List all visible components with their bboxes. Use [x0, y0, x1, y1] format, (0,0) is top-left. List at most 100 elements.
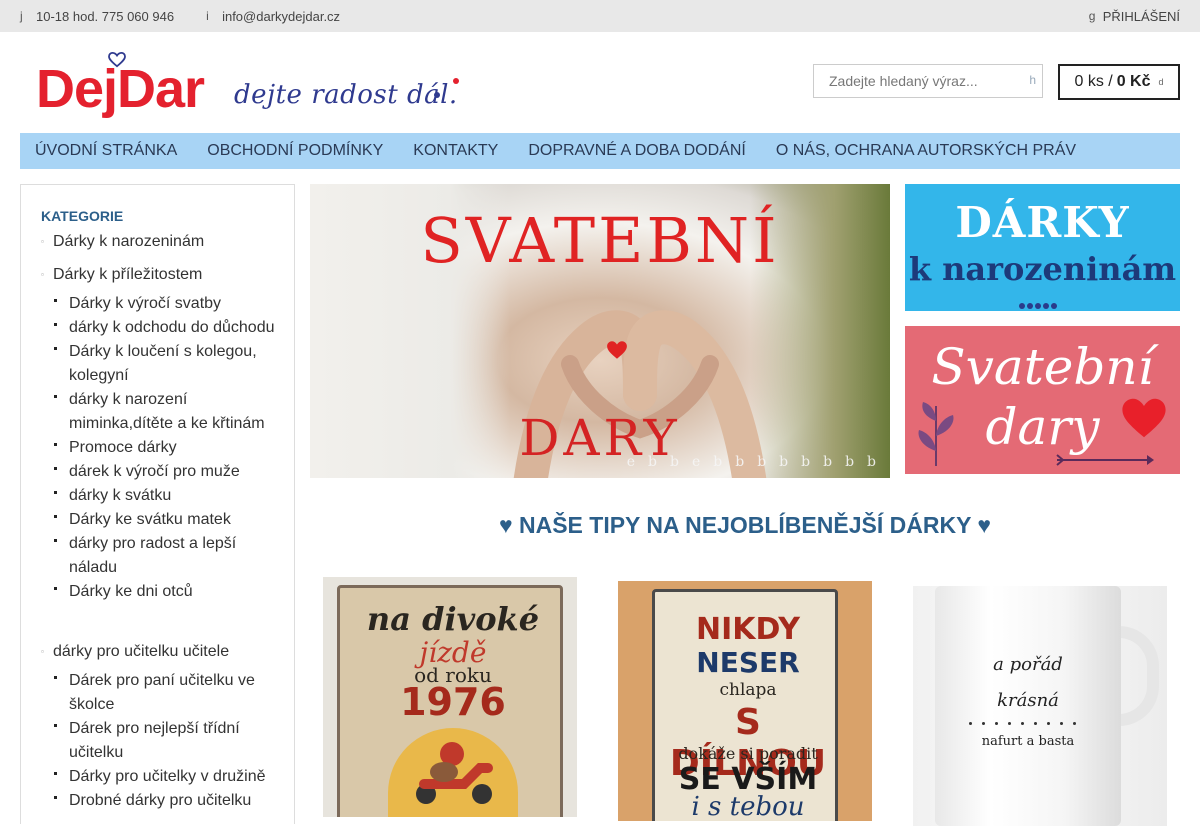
cart-icon: d — [1158, 77, 1164, 87]
banner-title: DÁRKY — [955, 198, 1130, 247]
slider-dot[interactable]: b — [735, 454, 744, 470]
subcategory-label: dárky k svátku — [69, 487, 172, 504]
subcategory-item[interactable]: Dárky k výročí svatby — [53, 292, 283, 316]
cart-price: 0 Kč — [1116, 73, 1151, 90]
subcategory-item[interactable]: dárky k narození miminka,dítěte a ke křt… — [53, 388, 283, 436]
banner-wedding-gifts[interactable]: Svatební dary — [905, 326, 1180, 474]
contact-phone[interactable]: 10-18 hod. 775 060 946 — [36, 9, 174, 24]
product-image: NIKDY NESER chlapa S DÍLNOU dokáže si po… — [652, 589, 838, 821]
subcategory-label: Promoce dárky — [69, 439, 177, 456]
header: DejDar dejte radost dál. h 0 ks / 0 Kč d — [0, 32, 1200, 133]
top-bar: j 10-18 hod. 775 060 946 i info@darkydej… — [0, 0, 1200, 32]
subcategory-label: Dárky k výročí svatby — [69, 295, 222, 312]
nav-item-about[interactable]: O NÁS, OCHRANA AUTORSKÝCH PRÁV — [776, 142, 1076, 160]
subcategory-item[interactable]: Dárky k loučení s kolegou, kolegyní — [53, 340, 283, 388]
login-label: PŘIHLÁŠENÍ — [1102, 8, 1180, 24]
product-text: NIKDY — [696, 612, 800, 647]
slider-dot[interactable]: e — [627, 454, 635, 470]
arrow-icon — [1056, 454, 1154, 466]
slider-dot[interactable]: b — [713, 454, 722, 470]
subcategory-label: Dárky ke dni otců — [69, 583, 193, 600]
banner-dots — [1019, 296, 1059, 314]
user-icon: g — [1088, 9, 1096, 23]
subcategory-item[interactable]: Dárek pro paní učitelku ve školce — [53, 669, 283, 717]
slider-dot[interactable]: b — [801, 454, 810, 470]
subcategory-label: Dárky pro učitelky v družině — [69, 768, 266, 785]
subcategory-item[interactable]: Promoce dárky — [53, 436, 283, 460]
subcategory-item[interactable]: dárky k odchodu do důchodu — [53, 316, 283, 340]
slider-dot[interactable]: b — [757, 454, 766, 470]
subcategory-item[interactable]: dárky k svátku — [53, 484, 283, 508]
nav-item-terms[interactable]: OBCHODNÍ PODMÍNKY — [207, 142, 383, 160]
square-bullet-icon — [54, 491, 57, 494]
sidebar-title: KATEGORIE — [41, 208, 124, 224]
product-text: 1976 — [400, 680, 506, 724]
product-text: chlapa — [719, 680, 777, 700]
contact-email[interactable]: info@darkydejdar.cz — [222, 9, 340, 24]
category-teachers[interactable]: ▫ dárky pro učitelku učitele — [41, 643, 229, 661]
slider-dot[interactable]: b — [867, 454, 876, 470]
search-icon[interactable]: h — [1029, 73, 1036, 87]
hero-slider[interactable]: SVATEBNÍ DARY e b b e b b b b b b b b — [310, 184, 890, 478]
subcategory-item[interactable]: Dárky ke dni otců — [53, 580, 283, 604]
bullet-icon: ▫ — [41, 270, 44, 280]
product-card[interactable]: NIKDY NESER chlapa S DÍLNOU dokáže si po… — [618, 581, 872, 821]
phone-icon: j — [20, 9, 23, 23]
login-link[interactable]: g PŘIHLÁŠENÍ — [1089, 0, 1180, 32]
banner-birthday-gifts[interactable]: DÁRKY k narozeninám — [905, 184, 1180, 311]
subcategory-item[interactable]: Dárek pro nejlepší třídní učitelku — [53, 717, 283, 765]
logo-dot-blue — [434, 92, 440, 98]
subcategory-item[interactable]: Dárky ke svátku matek — [53, 508, 283, 532]
category-occasions[interactable]: ▫ Dárky k příležitostem — [41, 266, 202, 284]
subcategory-label: Drobné dárky pro učitelku — [69, 792, 252, 809]
logo-tagline: dejte radost dál. — [234, 80, 458, 110]
subcategory-item[interactable]: dárek k výročí pro muže — [53, 460, 283, 484]
search-input[interactable] — [814, 65, 1014, 97]
subcategory-item[interactable]: Drobné dárky pro učitelku — [53, 789, 283, 813]
product-text: dokáže si poradit — [678, 744, 818, 763]
main-nav: ÚVODNÍ STRÁNKA OBCHODNÍ PODMÍNKY KONTAKT… — [20, 133, 1180, 169]
product-card[interactable]: na divoké jízdě od roku 1976 — [323, 577, 577, 817]
nav-item-contacts[interactable]: KONTAKTY — [413, 142, 498, 160]
square-bullet-icon — [54, 772, 57, 775]
heart-icon — [1122, 398, 1166, 438]
subcategory-list-teachers: Dárek pro paní učitelku ve školce Dárek … — [53, 669, 283, 813]
square-bullet-icon — [54, 299, 57, 302]
subcategory-label: dárky pro radost a lepší náladu — [69, 535, 237, 576]
product-image: na divoké jízdě od roku 1976 — [337, 585, 563, 817]
cart-count: 0 ks / — [1074, 73, 1113, 90]
product-card[interactable]: a pořád krásná nafurt a basta — [913, 586, 1167, 826]
slider-dot[interactable]: e — [692, 454, 700, 470]
subcategory-label: dárky k odchodu do důchodu — [69, 319, 275, 336]
square-bullet-icon — [54, 347, 57, 350]
slider-pagination: e b b e b b b b b b b b — [614, 454, 876, 470]
subcategory-item[interactable]: dárky pro radost a lepší náladu — [53, 532, 283, 580]
cart-button[interactable]: 0 ks / 0 Kč d — [1058, 64, 1180, 100]
square-bullet-icon — [54, 676, 57, 679]
nav-item-shipping[interactable]: DOPRAVNÉ A DOBA DODÁNÍ — [528, 142, 746, 160]
slider-dot[interactable]: b — [670, 454, 679, 470]
subcategory-label: Dárek pro nejlepší třídní učitelku — [69, 720, 240, 761]
slider-dot[interactable]: b — [845, 454, 854, 470]
slider-title: SVATEBNÍ — [420, 204, 780, 277]
slider-dot[interactable]: b — [779, 454, 788, 470]
slider-dot[interactable]: b — [648, 454, 657, 470]
slider-dot[interactable]: b — [823, 454, 832, 470]
subcategory-list-occasions: Dárky k výročí svatby dárky k odchodu do… — [53, 292, 283, 604]
heart-icon — [607, 341, 627, 359]
nav-item-home[interactable]: ÚVODNÍ STRÁNKA — [35, 142, 177, 160]
product-text: nafurt a basta — [981, 734, 1075, 749]
subcategory-item[interactable]: Dárky pro učitelky v družině — [53, 765, 283, 789]
square-bullet-icon — [54, 587, 57, 590]
product-text: NESER — [696, 646, 800, 679]
decorative-dots — [969, 712, 1086, 730]
square-bullet-icon — [54, 443, 57, 446]
bullet-icon: ▫ — [41, 237, 44, 247]
category-birthday[interactable]: ▫ Dárky k narozeninám — [41, 233, 204, 251]
square-bullet-icon — [54, 395, 57, 398]
scooter-rider-icon — [416, 742, 493, 804]
square-bullet-icon — [54, 323, 57, 326]
section-heading-tips: ♥ NAŠE TIPY NA NEJOBLÍBENĚJŠÍ DÁRKY ♥ — [498, 512, 992, 538]
category-label: Dárky k příležitostem — [53, 266, 203, 283]
site-logo[interactable]: DejDar dejte radost dál. — [34, 52, 474, 132]
